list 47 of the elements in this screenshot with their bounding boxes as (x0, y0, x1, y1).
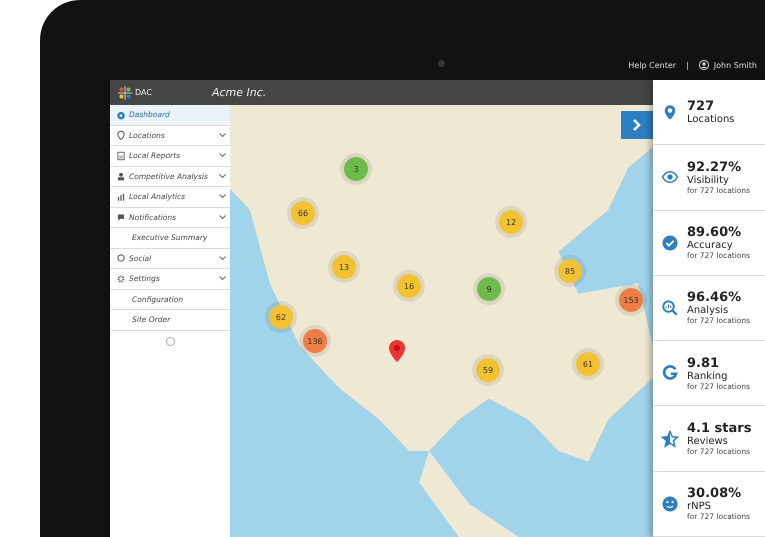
stat-value: 89.60% (687, 225, 742, 240)
stat-label: Reviews (687, 436, 729, 448)
star-icon (661, 430, 679, 448)
help-center-link[interactable]: Help Center (628, 61, 676, 70)
stat-value: 4.1 stars (687, 421, 752, 436)
expand-panel-button[interactable] (621, 111, 653, 139)
checkmark-icon (661, 234, 679, 252)
account-name: Acme Inc. (212, 86, 266, 99)
stat-value: 30.08% (687, 486, 742, 502)
logo-icon (118, 86, 132, 100)
stat-label: Analysis (687, 305, 730, 316)
stat-label: Ranking (687, 370, 728, 382)
chevron-down-icon (219, 256, 226, 261)
chevron-down-icon (219, 276, 226, 282)
cluster-marker[interactable]: 62 (269, 305, 293, 329)
camera-icon (438, 60, 445, 67)
menu-icon (116, 212, 126, 222)
menu-icon (116, 130, 126, 140)
menu-icon (116, 274, 126, 284)
chevron-down-icon (219, 194, 226, 200)
map-pin-icon (389, 340, 405, 362)
logo-text: DAC (135, 88, 152, 97)
stat-value: 727 (687, 99, 714, 114)
menu-icon (116, 253, 126, 264)
stat-value: 96.46% (687, 290, 742, 306)
user-icon (698, 60, 709, 70)
menu-icon (116, 150, 126, 161)
chevron-down-icon (219, 153, 226, 158)
chevron-right-icon (632, 119, 642, 131)
stat-value: 9.81 (687, 356, 720, 371)
chevron-down-icon (219, 174, 226, 179)
user-name[interactable]: John Smith (714, 60, 757, 70)
separator: | (686, 61, 689, 70)
cluster-marker[interactable]: 85 (558, 259, 582, 283)
letter-g-icon (661, 364, 679, 382)
stat-value: 92.27% (687, 160, 742, 175)
stat-label: Accuracy (687, 240, 734, 252)
menu-icon (116, 171, 126, 182)
magnifier-icon (661, 298, 679, 317)
smiley-icon (661, 494, 679, 513)
menu-icon (116, 192, 126, 202)
chevron-down-icon (219, 214, 226, 220)
chevron-down-icon (219, 132, 226, 138)
stat-label: rNPS (687, 501, 712, 512)
stat-label: Locations (687, 114, 735, 126)
stat-label: Visibility (687, 174, 730, 186)
menu-icon (116, 110, 126, 120)
